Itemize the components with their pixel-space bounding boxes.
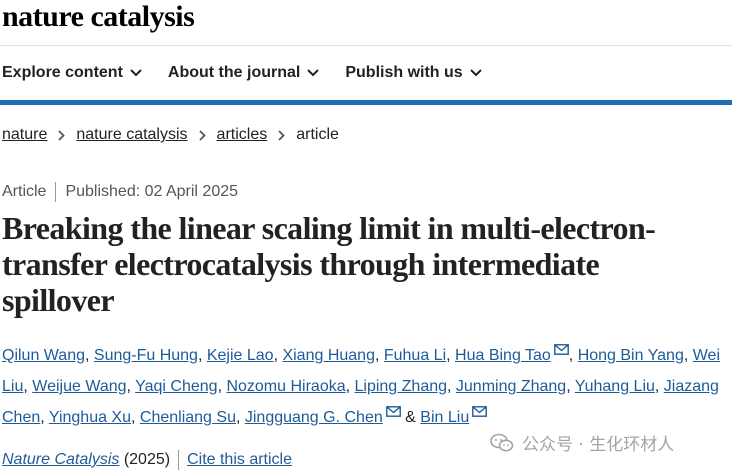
- nav-explore-content[interactable]: Explore content: [2, 62, 142, 84]
- nav-item-label: Explore content: [2, 64, 123, 81]
- author-separator: ,: [654, 378, 664, 395]
- breadcrumb-nature-catalysis[interactable]: nature catalysis: [76, 126, 187, 144]
- chevron-right-icon: [278, 129, 286, 141]
- cite-this-article-link[interactable]: Cite this article: [187, 451, 292, 469]
- article-title: Breaking the linear scaling limit in mul…: [2, 210, 656, 318]
- citation-year: (2025): [119, 451, 171, 468]
- breadcrumb-current: article: [296, 126, 339, 143]
- article-meta: Article Published: 02 April 2025: [2, 182, 238, 202]
- main-nav: Explore content About the journal Publis…: [2, 62, 508, 84]
- breadcrumb-articles[interactable]: articles: [217, 126, 268, 144]
- author-name[interactable]: Weijue Wang: [32, 378, 126, 395]
- nav-about-journal[interactable]: About the journal: [167, 62, 320, 84]
- author-separator: ,: [374, 347, 384, 364]
- author-separator: &: [400, 409, 421, 426]
- author-separator: ,: [85, 347, 94, 364]
- author-name[interactable]: Junming Zhang: [456, 378, 566, 395]
- author-name[interactable]: Kejie Lao: [207, 347, 274, 364]
- author-separator: ,: [345, 378, 355, 395]
- mail-icon[interactable]: [553, 344, 569, 355]
- author-separator: ,: [446, 347, 456, 364]
- journal-name-link[interactable]: Nature Catalysis: [2, 451, 119, 469]
- author-separator: ,: [568, 347, 578, 364]
- author-name[interactable]: Qilun Wang: [2, 347, 85, 364]
- chevron-down-icon: [469, 69, 482, 77]
- author-separator: ,: [683, 347, 693, 364]
- journal-logo[interactable]: nature catalysis: [2, 0, 195, 34]
- header-divider: [0, 45, 732, 46]
- watermark: 公众号 · 生化环材人: [490, 430, 674, 455]
- author-name[interactable]: Xiang Huang: [282, 347, 375, 364]
- author-separator: ,: [197, 347, 207, 364]
- mail-icon[interactable]: [472, 406, 488, 417]
- chevron-down-icon: [130, 69, 142, 77]
- author-name[interactable]: Chenliang Su: [140, 409, 236, 426]
- nav-publish-with-us[interactable]: Publish with us: [345, 62, 482, 84]
- author-name[interactable]: Yinghua Xu: [49, 409, 131, 426]
- meta-divider: [55, 182, 57, 202]
- author-separator: ,: [126, 378, 136, 395]
- author-name[interactable]: Nozomu Hiraoka: [226, 378, 345, 395]
- citation-line: Nature Catalysis (2025) Cite this articl…: [2, 450, 292, 470]
- nav-item-label: About the journal: [167, 64, 301, 81]
- chevron-right-icon: [198, 129, 206, 141]
- author-name[interactable]: Jingguang G. Chen: [245, 409, 383, 426]
- wechat-icon: [490, 433, 514, 451]
- published-date: Published: 02 April 2025: [65, 183, 239, 200]
- article-type: Article: [2, 183, 47, 200]
- author-name[interactable]: Hua Bing Tao: [455, 347, 551, 364]
- author-name[interactable]: Bin Liu: [420, 409, 469, 426]
- author-separator: ,: [40, 409, 49, 426]
- watermark-text: 公众号 · 生化环材人: [522, 435, 675, 455]
- author-list: Qilun Wang, Sung-Fu Hung, Kejie Lao, Xia…: [2, 340, 730, 433]
- author-separator: ,: [447, 378, 456, 395]
- author-name[interactable]: Yaqi Cheng: [135, 378, 217, 395]
- author-name[interactable]: Sung-Fu Hung: [94, 347, 198, 364]
- author-separator: ,: [566, 378, 575, 395]
- author-name[interactable]: Liping Zhang: [355, 378, 448, 395]
- mail-icon[interactable]: [385, 406, 401, 417]
- author-name[interactable]: Hong Bin Yang: [578, 347, 684, 364]
- author-separator: ,: [131, 409, 140, 426]
- breadcrumb-nature[interactable]: nature: [2, 126, 47, 144]
- chevron-down-icon: [307, 69, 320, 77]
- author-separator: ,: [23, 378, 33, 395]
- header-accent-bar: [0, 100, 732, 105]
- citation-divider: [178, 450, 180, 470]
- nav-item-label: Publish with us: [345, 64, 463, 81]
- breadcrumb: nature nature catalysis articles article: [2, 126, 339, 144]
- chevron-right-icon: [58, 129, 66, 141]
- author-name[interactable]: Yuhang Liu: [575, 378, 655, 395]
- author-name[interactable]: Fuhua Li: [384, 347, 446, 364]
- author-separator: ,: [235, 409, 245, 426]
